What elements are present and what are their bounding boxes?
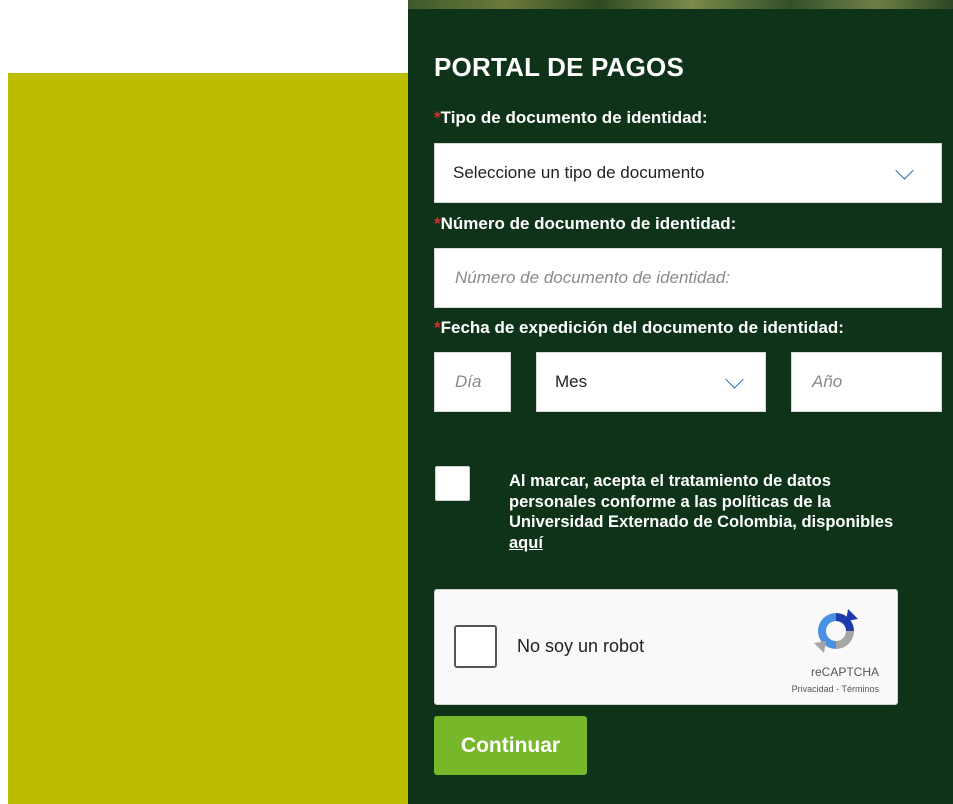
required-mark: * bbox=[434, 214, 441, 233]
doc-type-select[interactable]: Seleccione un tipo de documento bbox=[434, 143, 942, 203]
issue-year-field[interactable]: Año bbox=[791, 352, 942, 412]
recaptcha-checkbox[interactable] bbox=[454, 625, 497, 668]
doc-number-field[interactable]: Número de documento de identidad: bbox=[434, 248, 942, 308]
issue-month-selected-value: Mes bbox=[555, 372, 588, 391]
page-title: PORTAL DE PAGOS bbox=[434, 52, 685, 82]
decorative-olive-block bbox=[8, 73, 410, 804]
issue-day-placeholder: Día bbox=[455, 372, 482, 391]
required-mark: * bbox=[434, 318, 441, 337]
payment-portal-panel: PORTAL DE PAGOS *Tipo de documento de id… bbox=[408, 0, 953, 804]
doc-number-placeholder: Número de documento de identidad: bbox=[455, 268, 731, 287]
doc-number-label-text: Número de documento de identidad: bbox=[440, 214, 737, 233]
doc-type-label: *Tipo de documento de identidad: bbox=[434, 108, 708, 128]
issue-date-label-text: Fecha de expedición del documento de ide… bbox=[440, 318, 844, 337]
recaptcha-logo-icon bbox=[814, 609, 858, 653]
consent-checkbox[interactable] bbox=[435, 466, 470, 501]
recaptcha-brand: reCAPTCHA bbox=[810, 665, 879, 679]
recaptcha-privacy-link[interactable]: Privacidad bbox=[792, 684, 834, 694]
issue-month-select[interactable]: Mes bbox=[536, 352, 766, 412]
doc-type-selected-value: Seleccione un tipo de documento bbox=[453, 163, 705, 182]
issue-day-field[interactable]: Día bbox=[434, 352, 511, 412]
header-image-strip bbox=[408, 0, 953, 9]
issue-year-placeholder: Año bbox=[812, 372, 843, 391]
doc-type-label-text: Tipo de documento de identidad: bbox=[440, 108, 708, 127]
consent-text: Al marcar, acepta el tratamiento de dato… bbox=[509, 471, 919, 553]
consent-text-body: Al marcar, acepta el tratamiento de dato… bbox=[509, 472, 894, 531]
recaptcha-links: Privacidad - Términos bbox=[792, 684, 879, 694]
privacy-policy-link[interactable]: aquí bbox=[509, 534, 543, 552]
recaptcha-terms-link[interactable]: Términos bbox=[841, 684, 879, 694]
chevron-down-icon bbox=[895, 161, 914, 180]
recaptcha-widget: No soy un robot reCAPTCHA Privacidad - T… bbox=[434, 589, 898, 705]
recaptcha-label: No soy un robot bbox=[517, 636, 645, 656]
required-mark: * bbox=[434, 108, 441, 127]
chevron-down-icon bbox=[725, 370, 744, 389]
continue-button[interactable]: Continuar bbox=[434, 716, 587, 775]
doc-number-label: *Número de documento de identidad: bbox=[434, 214, 736, 234]
issue-date-label: *Fecha de expedición del documento de id… bbox=[434, 318, 844, 338]
